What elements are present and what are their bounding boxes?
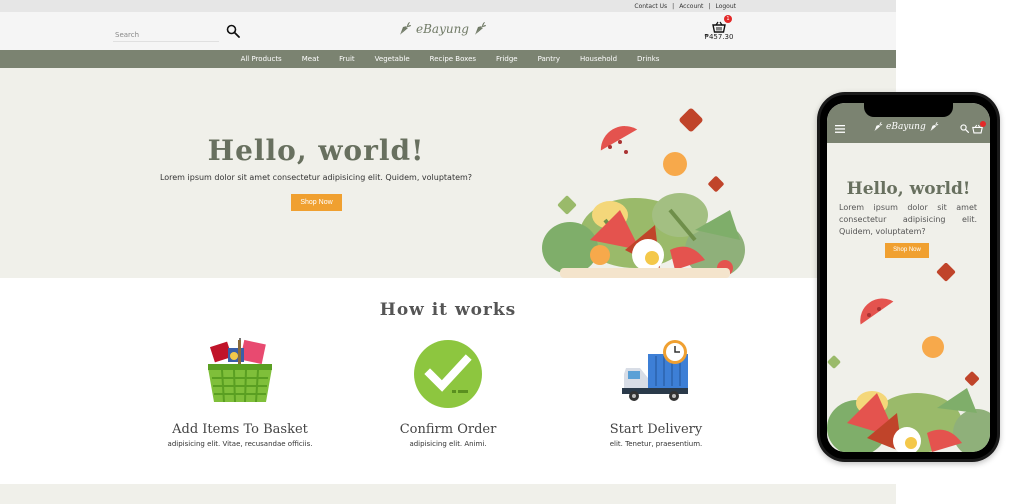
nav-item-recipe-boxes[interactable]: Recipe Boxes (420, 55, 486, 63)
mobile-shop-now-button[interactable]: Shop Now (885, 243, 929, 258)
nav-item-pantry[interactable]: Pantry (528, 55, 570, 63)
basket-icon (208, 338, 272, 403)
search-icon[interactable] (226, 24, 240, 38)
logout-link[interactable]: Logout (715, 3, 736, 10)
mobile-logo-text: eBayung (886, 122, 926, 132)
step-text: adipisicing elit. Vitae, recusandae offi… (167, 440, 313, 448)
truck-icon (622, 340, 688, 401)
nav-item-meat[interactable]: Meat (292, 55, 329, 63)
site-logo[interactable]: eBayung (398, 21, 487, 37)
phone-mockup: eBayung Hello, world! Lorem ipsum dolor … (817, 92, 1000, 462)
nav-item-household[interactable]: Household (570, 55, 627, 63)
separator: | (672, 2, 675, 10)
logo-text: eBayung (416, 22, 469, 36)
nav-item-fridge[interactable]: Fridge (486, 55, 528, 63)
shop-now-button[interactable]: Shop Now (291, 194, 342, 211)
hero-banner: Hello, world! Lorem ipsum dolor sit amet… (0, 68, 896, 278)
main-nav: All Products Meat Fruit Vegetable Recipe… (0, 50, 896, 68)
account-link[interactable]: Account (679, 3, 703, 10)
top-utility-bar: Contact Us | Account | Logout (0, 0, 896, 12)
carrot-icon (874, 122, 883, 132)
cart-total: ₱457.30 (704, 33, 734, 41)
hero-title: Hello, world! (207, 134, 425, 167)
how-it-works-section: How it works Add Items To Basket adipisi… (0, 278, 896, 484)
mobile-hero-subtitle: Lorem ipsum dolor sit amet consectetur a… (839, 203, 977, 236)
step-text: adipisicing elit. Animi. (409, 440, 487, 448)
nav-item-drinks[interactable]: Drinks (627, 55, 669, 63)
mobile-hero-title: Hello, world! (846, 179, 971, 199)
step-title: Confirm Order (399, 422, 497, 437)
nav-item-vegetable[interactable]: Vegetable (365, 55, 420, 63)
carrot-icon (400, 22, 411, 35)
carrot-icon (930, 122, 939, 132)
search-input[interactable] (113, 26, 219, 44)
hamburger-menu-icon[interactable] (835, 125, 845, 133)
phone-notch (864, 103, 953, 117)
mobile-screen: eBayung Hello, world! Lorem ipsum dolor … (827, 103, 990, 452)
desktop-view: Contact Us | Account | Logout eBayung (0, 0, 896, 504)
nav-item-fruit[interactable]: Fruit (329, 55, 365, 63)
salad-illustration (827, 263, 990, 452)
footer-band (0, 484, 896, 504)
salad-illustration (542, 108, 745, 278)
step-title: Add Items To Basket (172, 422, 308, 437)
step-title: Start Delivery (609, 422, 703, 437)
step-text: elit. Tenetur, praesentium. (609, 440, 703, 448)
cart-count-badge: 1 (724, 15, 732, 23)
search-box (113, 22, 219, 44)
site-header: eBayung 1 ₱ (0, 12, 896, 50)
cart-widget[interactable]: 1 ₱457.30 (702, 15, 736, 41)
nav-item-all-products[interactable]: All Products (231, 55, 292, 63)
step-start-delivery: Start Delivery elit. Tenetur, praesentiu… (556, 338, 756, 448)
step-confirm-order: Confirm Order adipisicing elit. Animi. (348, 338, 548, 448)
carrot-icon (475, 22, 486, 35)
check-icon (414, 340, 482, 408)
contact-us-link[interactable]: Contact Us (634, 3, 667, 10)
how-it-works-title: How it works (379, 300, 517, 320)
step-add-items: Add Items To Basket adipisicing elit. Vi… (140, 338, 340, 448)
search-icon[interactable] (960, 124, 969, 133)
cart-count-badge (980, 121, 986, 127)
basket-icon[interactable]: 1 (712, 15, 732, 33)
separator: | (708, 2, 711, 10)
mobile-logo[interactable]: eBayung (873, 121, 939, 133)
hero-subtitle: Lorem ipsum dolor sit amet consectetur a… (159, 173, 473, 182)
